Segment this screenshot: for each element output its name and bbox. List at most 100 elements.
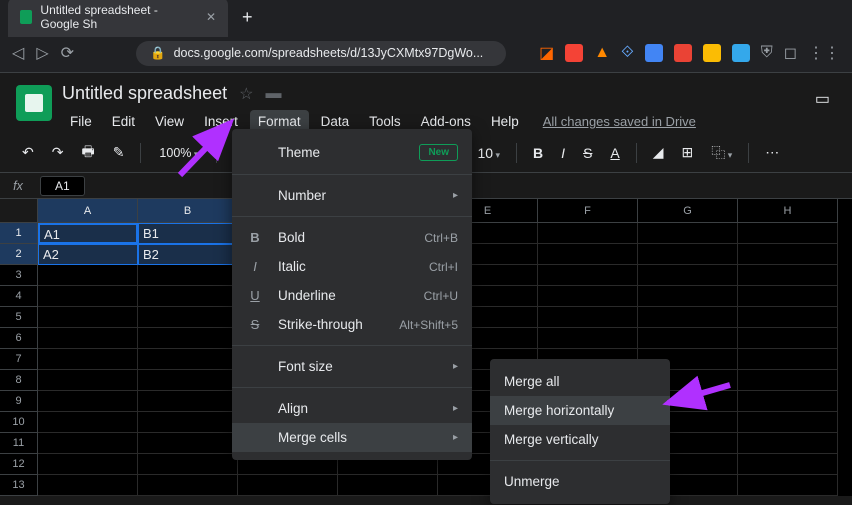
cell[interactable] <box>38 454 138 475</box>
cell[interactable] <box>538 286 638 307</box>
borders-icon[interactable]: ⊞ <box>676 140 700 165</box>
cell[interactable] <box>638 286 738 307</box>
strike-icon[interactable]: S <box>577 141 598 165</box>
cell[interactable] <box>738 286 838 307</box>
col-header[interactable]: F <box>538 199 638 223</box>
undo-icon[interactable]: ↶ <box>16 140 40 165</box>
format-strike[interactable]: S Strike-through Alt+Shift+5 <box>232 310 472 339</box>
ext-icon[interactable] <box>645 44 663 62</box>
redo-icon[interactable]: ↷ <box>46 140 70 165</box>
browser-tab[interactable]: Untitled spreadsheet - Google Sh ✕ <box>8 0 228 37</box>
shield-icon[interactable]: ⛨ <box>761 44 773 62</box>
cell[interactable] <box>738 475 838 496</box>
col-header[interactable]: B <box>138 199 238 223</box>
fill-color-icon[interactable]: ◢ <box>647 140 670 165</box>
cell-reference[interactable]: A1 <box>40 176 85 196</box>
cell[interactable] <box>138 412 238 433</box>
comment-icon[interactable]: ▭ <box>809 83 836 115</box>
cell[interactable] <box>738 433 838 454</box>
row-header[interactable]: 5 <box>0 307 38 328</box>
col-header[interactable]: G <box>638 199 738 223</box>
ext-icon[interactable] <box>674 44 692 62</box>
cell[interactable] <box>738 454 838 475</box>
reload-icon[interactable]: ⟳ <box>61 43 74 63</box>
cell[interactable] <box>738 391 838 412</box>
font-size-select[interactable]: 10 <box>471 141 506 165</box>
format-underline[interactable]: U Underline Ctrl+U <box>232 281 472 310</box>
merge-vertically[interactable]: Merge vertically <box>490 425 670 454</box>
row-header[interactable]: 3 <box>0 265 38 286</box>
cell[interactable] <box>638 307 738 328</box>
row-header[interactable]: 12 <box>0 454 38 475</box>
cell[interactable]: B2 <box>138 244 238 265</box>
ext-icon[interactable] <box>565 44 583 62</box>
cell[interactable] <box>538 328 638 349</box>
cell[interactable] <box>738 349 838 370</box>
profile-icon[interactable]: ◻ <box>784 43 797 63</box>
row-header[interactable]: 6 <box>0 328 38 349</box>
cell[interactable] <box>38 307 138 328</box>
cell[interactable] <box>538 307 638 328</box>
format-fontsize[interactable]: Font size ▸ <box>232 352 472 381</box>
cell[interactable] <box>38 475 138 496</box>
row-header[interactable]: 9 <box>0 391 38 412</box>
cell[interactable] <box>738 370 838 391</box>
select-all-corner[interactable] <box>0 199 38 223</box>
format-merge-cells[interactable]: Merge cells ▸ <box>232 423 472 452</box>
cell[interactable] <box>638 265 738 286</box>
merge-icon[interactable]: ⿻ <box>705 139 738 167</box>
menu-file[interactable]: File <box>62 110 100 133</box>
menu-icon[interactable]: ⋮⋮ <box>808 43 840 63</box>
col-header[interactable]: A <box>38 199 138 223</box>
cell[interactable] <box>138 328 238 349</box>
cell[interactable] <box>138 475 238 496</box>
cell[interactable] <box>38 370 138 391</box>
back-icon[interactable]: ◁ <box>12 43 24 63</box>
ext-icon[interactable] <box>703 44 721 62</box>
cell[interactable] <box>538 244 638 265</box>
star-icon[interactable]: ☆ <box>239 84 253 104</box>
cell[interactable] <box>38 412 138 433</box>
cell[interactable] <box>738 328 838 349</box>
row-header[interactable]: 2 <box>0 244 38 265</box>
url-field[interactable]: 🔒 docs.google.com/spreadsheets/d/13JyCXM… <box>136 41 506 66</box>
format-number[interactable]: Number ▸ <box>232 181 472 210</box>
cell[interactable] <box>138 370 238 391</box>
cell[interactable] <box>138 307 238 328</box>
menu-help[interactable]: Help <box>483 110 527 133</box>
cell[interactable] <box>238 475 338 496</box>
cell[interactable] <box>638 244 738 265</box>
cell[interactable] <box>638 328 738 349</box>
menu-edit[interactable]: Edit <box>104 110 143 133</box>
row-header[interactable]: 7 <box>0 349 38 370</box>
sheets-logo[interactable] <box>16 85 52 121</box>
cell[interactable] <box>138 454 238 475</box>
merge-all[interactable]: Merge all <box>490 367 670 396</box>
cell[interactable] <box>38 328 138 349</box>
format-bold[interactable]: B Bold Ctrl+B <box>232 223 472 252</box>
zoom-select[interactable]: 100% <box>151 142 206 164</box>
italic-icon[interactable]: I <box>555 141 571 165</box>
cell[interactable] <box>738 265 838 286</box>
format-italic[interactable]: I Italic Ctrl+I <box>232 252 472 281</box>
cell[interactable] <box>138 433 238 454</box>
row-header[interactable]: 10 <box>0 412 38 433</box>
more-icon[interactable]: ⋯ <box>759 140 785 165</box>
row-header[interactable]: 1 <box>0 223 38 244</box>
cell[interactable] <box>138 265 238 286</box>
cell[interactable] <box>338 475 438 496</box>
cell[interactable] <box>138 286 238 307</box>
ext-icon[interactable]: ◪ <box>539 43 554 63</box>
unmerge[interactable]: Unmerge <box>490 467 670 496</box>
cell[interactable] <box>38 391 138 412</box>
cell[interactable] <box>738 244 838 265</box>
new-tab-button[interactable]: + <box>234 7 261 28</box>
format-align[interactable]: Align ▸ <box>232 394 472 423</box>
doc-title[interactable]: Untitled spreadsheet <box>62 83 227 104</box>
format-theme[interactable]: Theme New <box>232 137 472 168</box>
cell[interactable]: A1 <box>38 223 138 244</box>
cell[interactable] <box>538 265 638 286</box>
bold-icon[interactable]: B <box>527 141 549 165</box>
cell[interactable] <box>138 349 238 370</box>
cell[interactable]: A2 <box>38 244 138 265</box>
